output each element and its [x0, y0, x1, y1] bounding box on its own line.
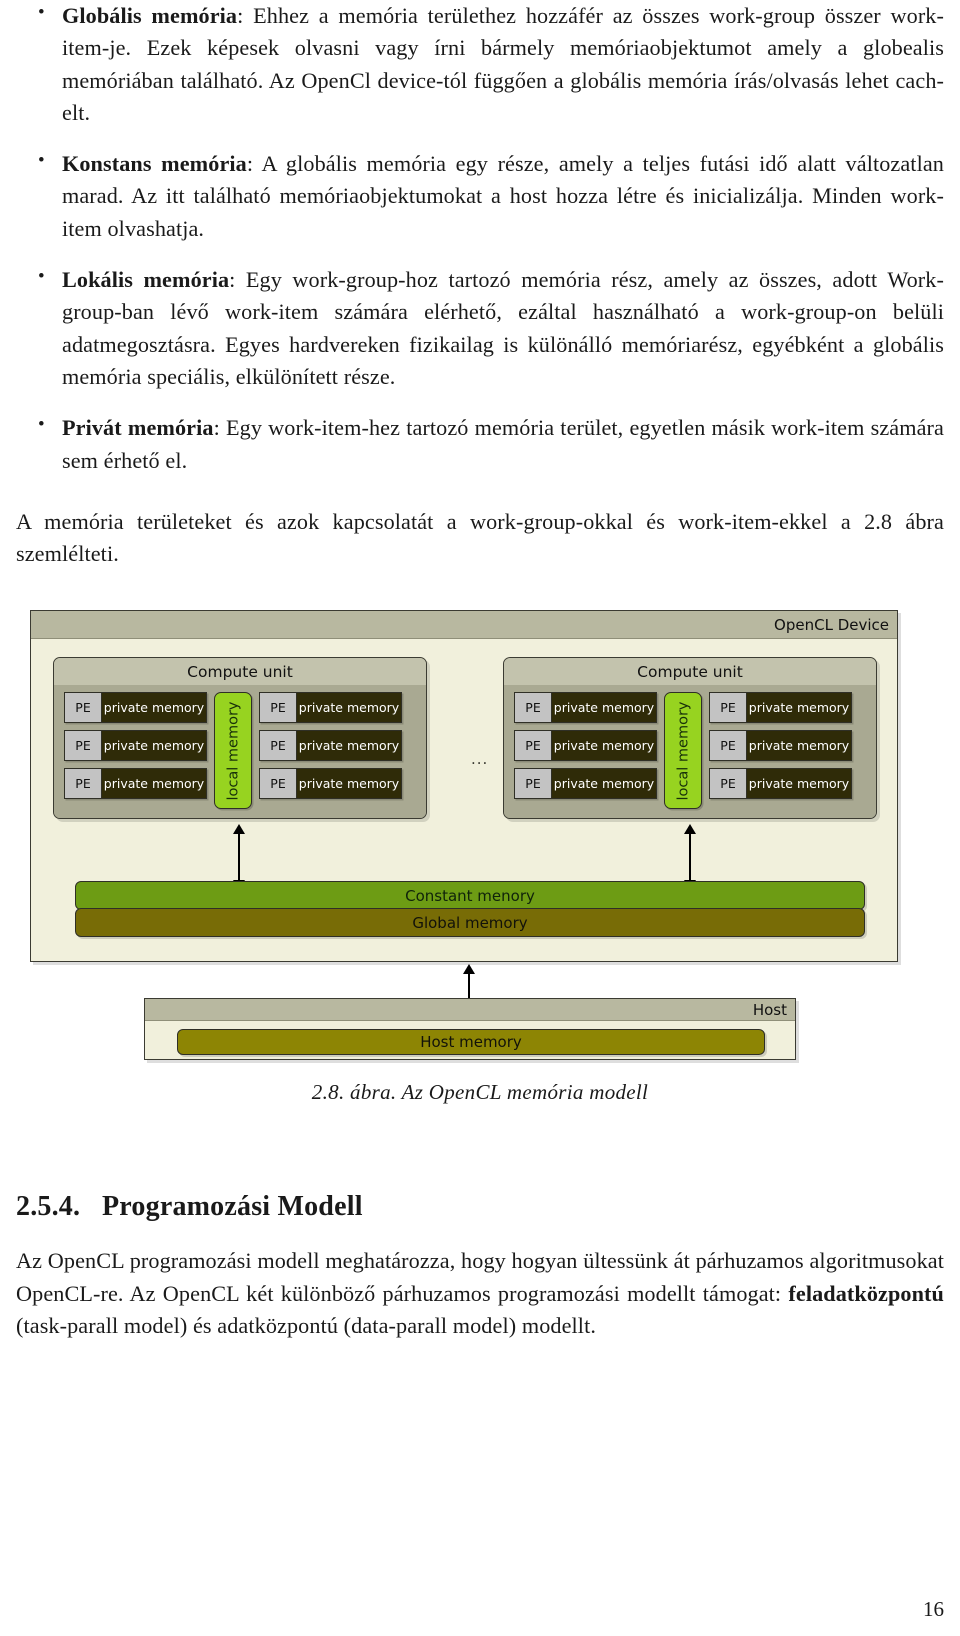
pe-column-left: PE private memory PE private memory PE p… — [64, 692, 207, 800]
pe-private-memory-pair: PE private memory — [514, 692, 657, 724]
list-item: Privát memória: Egy work-item-hez tartoz… — [16, 411, 944, 477]
section-paragraph-bold: feladatközpontú — [788, 1280, 944, 1306]
compute-unit-body: PE private memory PE private memory PE p… — [504, 685, 876, 819]
compute-unit-ellipsis: ... — [471, 750, 489, 769]
pe-label: PE — [260, 693, 297, 723]
private-memory-label: private memory — [748, 738, 850, 754]
private-memory-label: private memory — [553, 776, 655, 792]
pe-label: PE — [65, 731, 102, 761]
private-memory-label: private memory — [553, 700, 655, 716]
local-memory-box: local memory — [214, 692, 252, 810]
pe-label: PE — [515, 769, 552, 799]
list-item: Lokális memória: Egy work-group-hoz tart… — [16, 263, 944, 393]
pe-label: PE — [710, 731, 747, 761]
arrow-compute-unit-1-to-global — [233, 824, 245, 891]
figure-caption: 2.8. ábra. Az OpenCL memória modell — [311, 1080, 649, 1105]
host-memory-bar: Host memory — [177, 1029, 765, 1056]
compute-unit-2: Compute unit PE private memory PE privat… — [503, 657, 877, 820]
private-memory-label: private memory — [298, 776, 400, 792]
device-title-label: OpenCL Device — [774, 615, 889, 634]
pe-column-left: PE private memory PE private memory PE p… — [514, 692, 657, 800]
compute-unit-row: Compute unit PE private memory PE privat… — [31, 645, 897, 831]
list-item: Konstans memória: A globális memória egy… — [16, 147, 944, 245]
private-memory-label: private memory — [103, 700, 205, 716]
pe-label: PE — [65, 769, 102, 799]
pe-label: PE — [260, 731, 297, 761]
page-number: 16 — [923, 1597, 944, 1621]
page-title: 2.5.4. Programozási Modell — [16, 1191, 944, 1223]
pe-private-memory-pair: PE private memory — [709, 768, 852, 800]
pe-column-right: PE private memory PE private memory PE p… — [259, 692, 402, 800]
local-memory-label: local memory — [225, 701, 242, 801]
memory-types-list: Globális memória: Ehhez a memória terüle… — [16, 0, 944, 477]
pe-column-right: PE private memory PE private memory PE p… — [709, 692, 852, 800]
private-memory-label: private memory — [298, 738, 400, 754]
pe-label: PE — [260, 769, 297, 799]
compute-unit-title: Compute unit — [54, 658, 426, 686]
pe-private-memory-pair: PE private memory — [259, 730, 402, 762]
section-paragraph-part-2: (task-parall model) és adatközpontú (dat… — [16, 1313, 596, 1339]
private-memory-label: private memory — [103, 738, 205, 754]
figure-intro-paragraph: A memória területeket és azok kapcsolatá… — [16, 508, 944, 567]
compute-unit-body: PE private memory PE private memory PE p… — [54, 685, 426, 819]
section-number: 2.5.4. — [16, 1191, 81, 1223]
global-memory-bar: Global memory — [75, 908, 865, 938]
pe-label: PE — [710, 693, 747, 723]
host-title-label: Host — [752, 1000, 787, 1019]
pe-private-memory-pair: PE private memory — [709, 692, 852, 724]
arrow-compute-unit-2-to-global — [684, 824, 696, 891]
pe-private-memory-pair: PE private memory — [259, 768, 402, 800]
pe-private-memory-pair: PE private memory — [514, 730, 657, 762]
pe-private-memory-pair: PE private memory — [64, 730, 207, 762]
private-memory-label: private memory — [103, 776, 205, 792]
compute-unit-title: Compute unit — [504, 658, 876, 686]
device-titlebar: OpenCL Device — [31, 611, 897, 640]
local-memory-label: local memory — [675, 701, 692, 801]
pe-private-memory-pair: PE private memory — [64, 768, 207, 800]
host-titlebar: Host — [145, 999, 795, 1022]
pe-label: PE — [515, 731, 552, 761]
memory-type-term: Globális memória — [62, 3, 238, 28]
list-item: Globális memória: Ehhez a memória terüle… — [16, 0, 944, 129]
memory-type-term: Privát memória — [62, 415, 214, 441]
pe-label: PE — [65, 693, 102, 723]
pe-private-memory-pair: PE private memory — [64, 692, 207, 724]
section-paragraph: Az OpenCL programozási modell meghatároz… — [16, 1245, 944, 1342]
pe-label: PE — [710, 769, 747, 799]
memory-type-term: Lokális memória — [62, 267, 230, 293]
opencl-device-box: OpenCL Device Compute unit PE private me… — [30, 610, 898, 963]
document-page: Globális memória: Ehhez a memória terüle… — [0, 0, 960, 1636]
constant-memory-bar: Constant menory — [75, 881, 865, 911]
private-memory-label: private memory — [298, 700, 400, 716]
pe-label: PE — [515, 693, 552, 723]
pe-private-memory-pair: PE private memory — [259, 692, 402, 724]
host-box: Host Host memory — [144, 998, 796, 1061]
pe-private-memory-pair: PE private memory — [514, 768, 657, 800]
compute-unit-1: Compute unit PE private memory PE privat… — [53, 657, 427, 820]
pe-private-memory-pair: PE private memory — [709, 730, 852, 762]
private-memory-label: private memory — [748, 700, 850, 716]
section-title: Programozási Modell — [102, 1191, 363, 1223]
private-memory-label: private memory — [553, 738, 655, 754]
opencl-memory-model-figure: OpenCL Device Compute unit PE private me… — [16, 600, 944, 1080]
private-memory-label: private memory — [748, 776, 850, 792]
local-memory-box: local memory — [664, 692, 702, 810]
memory-type-term: Konstans memória — [62, 151, 247, 177]
